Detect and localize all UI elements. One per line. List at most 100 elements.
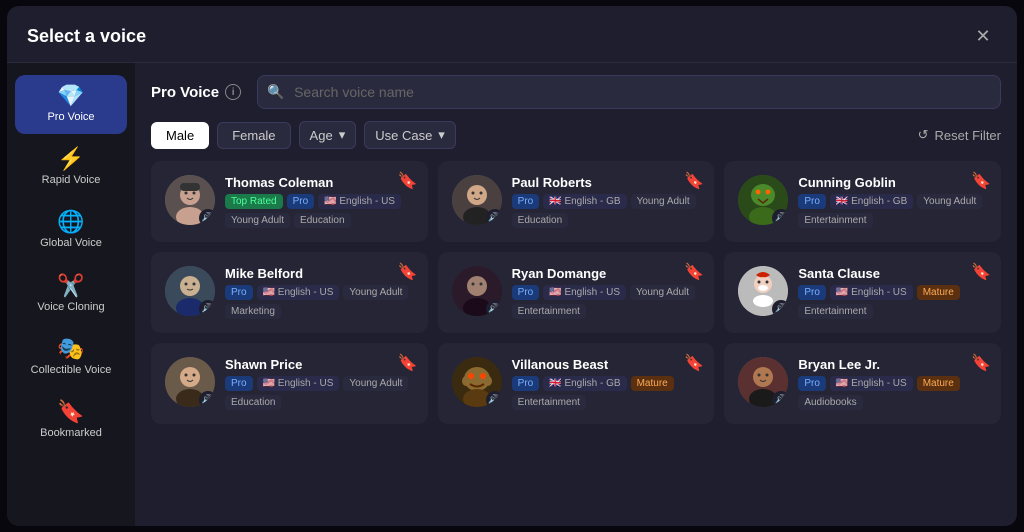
voice-tag: Entertainment bbox=[798, 304, 872, 319]
audio-icon: 🔊 bbox=[486, 391, 502, 407]
reset-filter-button[interactable]: ↺ Reset Filter bbox=[918, 127, 1001, 143]
voice-card[interactable]: 🔖 🔊 Paul Roberts Pro🇬🇧 English - GB Young… bbox=[438, 161, 715, 242]
voice-tag: Young Adult bbox=[225, 213, 290, 228]
modal-overlay: Select a voice ✕ 💎 Pro Voice ⚡ Rapid Voi… bbox=[0, 0, 1024, 532]
search-input[interactable] bbox=[257, 75, 1001, 109]
voice-name: Paul Roberts bbox=[512, 175, 701, 190]
voice-tag: 🇬🇧 English - GB bbox=[543, 194, 626, 209]
collectible-voice-icon: 🎭 bbox=[57, 338, 84, 360]
voice-info: Cunning Goblin Pro🇬🇧 English - GBYoung A… bbox=[798, 175, 987, 228]
voice-card-top: 🔊 Ryan Domange Pro🇺🇸 English - USYoung A… bbox=[452, 266, 701, 319]
voice-tag: Young Adult bbox=[631, 194, 696, 209]
voice-tag: Pro bbox=[225, 376, 253, 391]
filter-female-button[interactable]: Female bbox=[217, 122, 290, 149]
bookmark-button[interactable]: 🔖 bbox=[684, 262, 704, 282]
bookmark-button[interactable]: 🔖 bbox=[971, 262, 991, 282]
voice-card-top: 🔊 Mike Belford Pro🇺🇸 English - USYoung A… bbox=[165, 266, 414, 319]
sidebar-item-collectible-voice[interactable]: 🎭 Collectible Voice bbox=[15, 328, 127, 387]
voice-card[interactable]: 🔖 🔊 Thomas Coleman Top RatedPro🇺🇸 Englis… bbox=[151, 161, 428, 242]
sidebar-label-global-voice: Global Voice bbox=[40, 237, 102, 250]
voice-tag: Audiobooks bbox=[798, 395, 862, 410]
bookmark-button[interactable]: 🔖 bbox=[684, 353, 704, 373]
info-icon[interactable]: i bbox=[225, 84, 241, 100]
voice-tag: 🇬🇧 English - GB bbox=[830, 194, 913, 209]
voice-tag: Mature bbox=[917, 376, 960, 391]
main-content: Pro Voice i 🔍 Male Female Age ▾ bbox=[135, 63, 1017, 526]
filter-male-button[interactable]: Male bbox=[151, 122, 209, 149]
voice-tag: Entertainment bbox=[798, 213, 872, 228]
bookmark-button[interactable]: 🔖 bbox=[971, 171, 991, 191]
sidebar-item-bookmarked[interactable]: 🔖 Bookmarked bbox=[15, 391, 127, 450]
voice-card-top: 🔊 Paul Roberts Pro🇬🇧 English - GB Young A… bbox=[452, 175, 701, 228]
avatar: 🔊 bbox=[738, 175, 788, 225]
voice-name: Villanous Beast bbox=[512, 357, 701, 372]
audio-icon: 🔊 bbox=[486, 300, 502, 316]
voice-tag: Mature bbox=[917, 285, 960, 300]
voice-tag: Pro bbox=[798, 194, 826, 209]
avatar: 🔊 bbox=[165, 266, 215, 316]
pro-voice-icon: 💎 bbox=[57, 85, 84, 107]
close-button[interactable]: ✕ bbox=[969, 22, 997, 50]
filter-age-dropdown[interactable]: Age ▾ bbox=[299, 121, 357, 149]
voice-card[interactable]: 🔖 🔊 Bryan Lee Jr. Pro🇺🇸 English - USMatu… bbox=[724, 343, 1001, 424]
voice-card-top: 🔊 Villanous Beast Pro🇬🇧 English - GBMatu… bbox=[452, 357, 701, 410]
voice-info: Thomas Coleman Top RatedPro🇺🇸 English - … bbox=[225, 175, 414, 228]
voice-card[interactable]: 🔖 🔊 Ryan Domange Pro🇺🇸 English - USYoung… bbox=[438, 252, 715, 333]
modal-header: Select a voice ✕ bbox=[7, 6, 1017, 63]
tags-container: Pro🇺🇸 English - USYoung AdultMarketing bbox=[225, 285, 414, 319]
voice-tag: Entertainment bbox=[512, 395, 586, 410]
sidebar-label-bookmarked: Bookmarked bbox=[40, 427, 102, 440]
audio-icon: 🔊 bbox=[772, 391, 788, 407]
sidebar-label-collectible-voice: Collectible Voice bbox=[31, 364, 112, 377]
avatar: 🔊 bbox=[738, 357, 788, 407]
bookmark-button[interactable]: 🔖 bbox=[398, 262, 418, 282]
sidebar-item-pro-voice[interactable]: 💎 Pro Voice bbox=[15, 75, 127, 134]
voice-card[interactable]: 🔖 🔊 Cunning Goblin Pro🇬🇧 English - GBYou… bbox=[724, 161, 1001, 242]
bookmark-button[interactable]: 🔖 bbox=[971, 353, 991, 373]
sidebar-label-rapid-voice: Rapid Voice bbox=[42, 174, 101, 187]
audio-icon: 🔊 bbox=[772, 209, 788, 225]
modal-body: 💎 Pro Voice ⚡ Rapid Voice 🌐 Global Voice… bbox=[7, 63, 1017, 526]
sidebar-item-voice-cloning[interactable]: ✂️ Voice Cloning bbox=[15, 265, 127, 324]
voice-tag: Pro bbox=[798, 285, 826, 300]
sidebar-item-rapid-voice[interactable]: ⚡ Rapid Voice bbox=[15, 138, 127, 197]
voice-card[interactable]: 🔖 🔊 Santa Clause Pro🇺🇸 English - USMatur… bbox=[724, 252, 1001, 333]
audio-icon: 🔊 bbox=[772, 300, 788, 316]
search-bar: 🔍 bbox=[257, 75, 1001, 109]
tags-container: Pro🇺🇸 English - USMatureAudiobooks bbox=[798, 376, 987, 410]
voice-name: Shawn Price bbox=[225, 357, 414, 372]
voice-tag: Top Rated bbox=[225, 194, 283, 209]
audio-icon: 🔊 bbox=[199, 209, 215, 225]
voice-tag: Pro bbox=[512, 194, 540, 209]
voice-tag: Education bbox=[294, 213, 350, 228]
voice-tag: Pro bbox=[287, 194, 315, 209]
voice-card-top: 🔊 Santa Clause Pro🇺🇸 English - USMatureE… bbox=[738, 266, 987, 319]
voice-tag: 🇬🇧 English - GB bbox=[543, 376, 626, 391]
pro-voice-title: Pro Voice i bbox=[151, 84, 241, 101]
voice-card[interactable]: 🔖 🔊 Mike Belford Pro🇺🇸 English - USYoung… bbox=[151, 252, 428, 333]
voice-tag: Mature bbox=[631, 376, 674, 391]
voice-card[interactable]: 🔖 🔊 Villanous Beast Pro🇬🇧 English - GBMa… bbox=[438, 343, 715, 424]
voice-tag: Entertainment bbox=[512, 304, 586, 319]
audio-icon: 🔊 bbox=[486, 209, 502, 225]
audio-icon: 🔊 bbox=[199, 300, 215, 316]
avatar: 🔊 bbox=[452, 357, 502, 407]
voice-tag: 🇺🇸 English - US bbox=[257, 285, 340, 300]
voice-grid: 🔖 🔊 Thomas Coleman Top RatedPro🇺🇸 Englis… bbox=[151, 161, 1001, 424]
voice-info: Villanous Beast Pro🇬🇧 English - GBMature… bbox=[512, 357, 701, 410]
voice-card-top: 🔊 Bryan Lee Jr. Pro🇺🇸 English - USMature… bbox=[738, 357, 987, 410]
tags-container: Top RatedPro🇺🇸 English - USYoung AdultEd… bbox=[225, 194, 414, 228]
voice-tag: Young Adult bbox=[343, 376, 408, 391]
tags-container: Pro🇺🇸 English - USYoung AdultEducation bbox=[225, 376, 414, 410]
tags-container: Pro🇺🇸 English - USYoung AdultEntertainme… bbox=[512, 285, 701, 319]
bookmark-button[interactable]: 🔖 bbox=[398, 353, 418, 373]
audio-icon: 🔊 bbox=[199, 391, 215, 407]
voice-name: Mike Belford bbox=[225, 266, 414, 281]
voice-info: Santa Clause Pro🇺🇸 English - USMatureEnt… bbox=[798, 266, 987, 319]
sidebar-item-global-voice[interactable]: 🌐 Global Voice bbox=[15, 201, 127, 260]
select-voice-modal: Select a voice ✕ 💎 Pro Voice ⚡ Rapid Voi… bbox=[7, 6, 1017, 526]
voice-card[interactable]: 🔖 🔊 Shawn Price Pro🇺🇸 English - USYoung … bbox=[151, 343, 428, 424]
filter-usecase-dropdown[interactable]: Use Case ▾ bbox=[364, 121, 456, 149]
bookmark-button[interactable]: 🔖 bbox=[398, 171, 418, 191]
bookmark-button[interactable]: 🔖 bbox=[684, 171, 704, 191]
